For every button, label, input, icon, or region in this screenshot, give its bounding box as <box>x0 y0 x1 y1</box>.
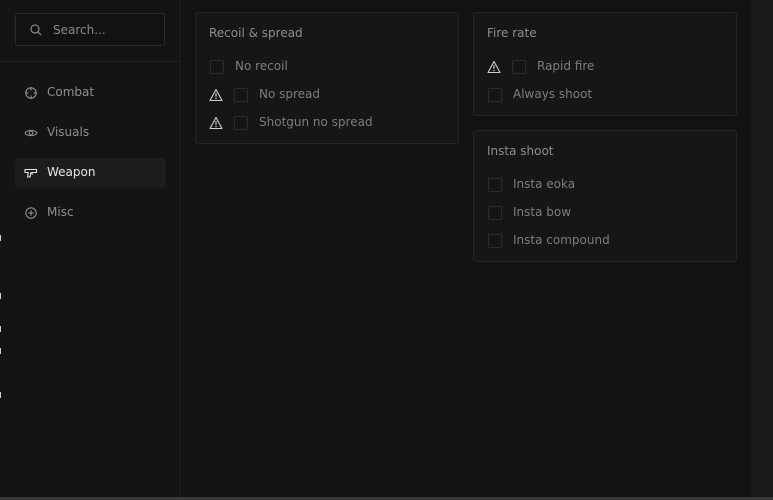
sidebar-item-label: Visuals <box>47 125 90 139</box>
app-window: Combat Visuals Weapon Misc <box>0 0 751 498</box>
warning-icon <box>209 88 223 102</box>
option-shotgun-no-spread[interactable]: Shotgun no spread <box>196 114 458 134</box>
recoil-spread-panel: Recoil & spread No recoil No spread Shot… <box>195 12 459 144</box>
option-label: Insta eoka <box>513 177 576 191</box>
option-label: No spread <box>259 87 321 101</box>
option-label: No recoil <box>235 59 288 73</box>
search-box[interactable] <box>15 13 165 46</box>
sidebar-divider <box>0 61 180 62</box>
option-label: Shotgun no spread <box>259 115 373 129</box>
edge-mark <box>0 326 1 332</box>
option-no-recoil[interactable]: No recoil <box>196 58 458 78</box>
window-edge <box>751 0 773 500</box>
option-label: Insta compound <box>513 233 610 247</box>
no-recoil-checkbox[interactable] <box>210 60 224 74</box>
option-rapid-fire[interactable]: Rapid fire <box>474 58 736 78</box>
sidebar-item-label: Misc <box>47 205 74 219</box>
edge-mark <box>0 348 1 354</box>
option-insta-compound[interactable]: Insta compound <box>474 232 736 252</box>
panel-title: Recoil & spread <box>209 26 303 40</box>
option-insta-eoka[interactable]: Insta eoka <box>474 176 736 196</box>
warning-icon <box>209 116 223 130</box>
option-label: Rapid fire <box>537 59 595 73</box>
option-always-shoot[interactable]: Always shoot <box>474 86 736 106</box>
option-insta-bow[interactable]: Insta bow <box>474 204 736 224</box>
insta-shoot-panel: Insta shoot Insta eoka Insta bow Insta c… <box>473 130 737 262</box>
eye-icon <box>24 129 38 137</box>
no-spread-checkbox[interactable] <box>234 88 248 102</box>
warning-icon <box>487 60 501 74</box>
sidebar-item-label: Weapon <box>47 165 96 179</box>
shotgun-no-spread-checkbox[interactable] <box>234 116 248 130</box>
gun-icon <box>24 168 38 178</box>
option-label: Always shoot <box>513 87 593 101</box>
insta-bow-checkbox[interactable] <box>488 206 502 220</box>
sidebar-item-label: Combat <box>47 85 95 99</box>
search-icon <box>30 24 42 36</box>
rapid-fire-checkbox[interactable] <box>512 60 526 74</box>
always-shoot-checkbox[interactable] <box>488 88 502 102</box>
sidebar-item-misc[interactable]: Misc <box>15 198 166 228</box>
sidebar-item-visuals[interactable]: Visuals <box>15 118 166 148</box>
sidebar: Combat Visuals Weapon Misc <box>0 0 181 498</box>
panel-title: Fire rate <box>487 26 537 40</box>
option-no-spread[interactable]: No spread <box>196 86 458 106</box>
edge-mark <box>0 392 1 398</box>
panel-title: Insta shoot <box>487 144 554 158</box>
sidebar-item-weapon[interactable]: Weapon <box>15 158 166 188</box>
option-label: Insta bow <box>513 205 572 219</box>
edge-mark <box>0 235 1 241</box>
sidebar-item-combat[interactable]: Combat <box>15 78 166 108</box>
edge-mark <box>0 293 1 299</box>
insta-eoka-checkbox[interactable] <box>488 178 502 192</box>
search-input[interactable] <box>53 21 158 39</box>
insta-compound-checkbox[interactable] <box>488 234 502 248</box>
plus-circle-icon <box>25 207 37 219</box>
fire-rate-panel: Fire rate Rapid fire Always shoot <box>473 12 737 116</box>
crosshair-icon <box>25 87 37 99</box>
